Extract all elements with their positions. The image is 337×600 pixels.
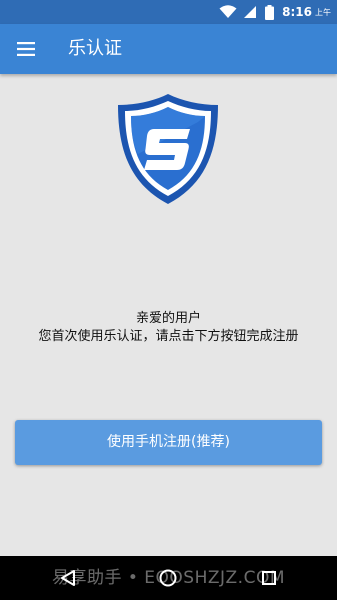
app-bar: 乐认证 [0,24,337,74]
instruction-line: 您首次使用乐认证，请点击下方按钮完成注册 [38,329,299,344]
signal-icon [243,5,257,19]
register-with-phone-button[interactable]: 使用手机注册(推荐) [15,420,322,465]
status-icons: 8:16 上午 [219,0,331,24]
hamburger-menu-icon[interactable] [9,32,43,66]
back-icon[interactable] [55,565,81,591]
wifi-icon [219,5,237,19]
status-ampm: 上午 [315,7,331,17]
navigation-bar [0,556,337,600]
recents-icon[interactable] [256,565,282,591]
screen: 8:16 上午 乐认证 亲爱的用户 您首次使用乐认证，请点击下方按钮完成注册 使… [0,0,337,600]
battery-icon [265,4,275,20]
status-bar: 8:16 上午 [0,0,337,24]
shield-s-logo [114,92,222,206]
app-title: 乐认证 [68,38,122,59]
status-time: 8:16 [282,5,312,19]
home-icon[interactable] [155,565,181,591]
welcome-line: 亲爱的用户 [135,311,201,326]
